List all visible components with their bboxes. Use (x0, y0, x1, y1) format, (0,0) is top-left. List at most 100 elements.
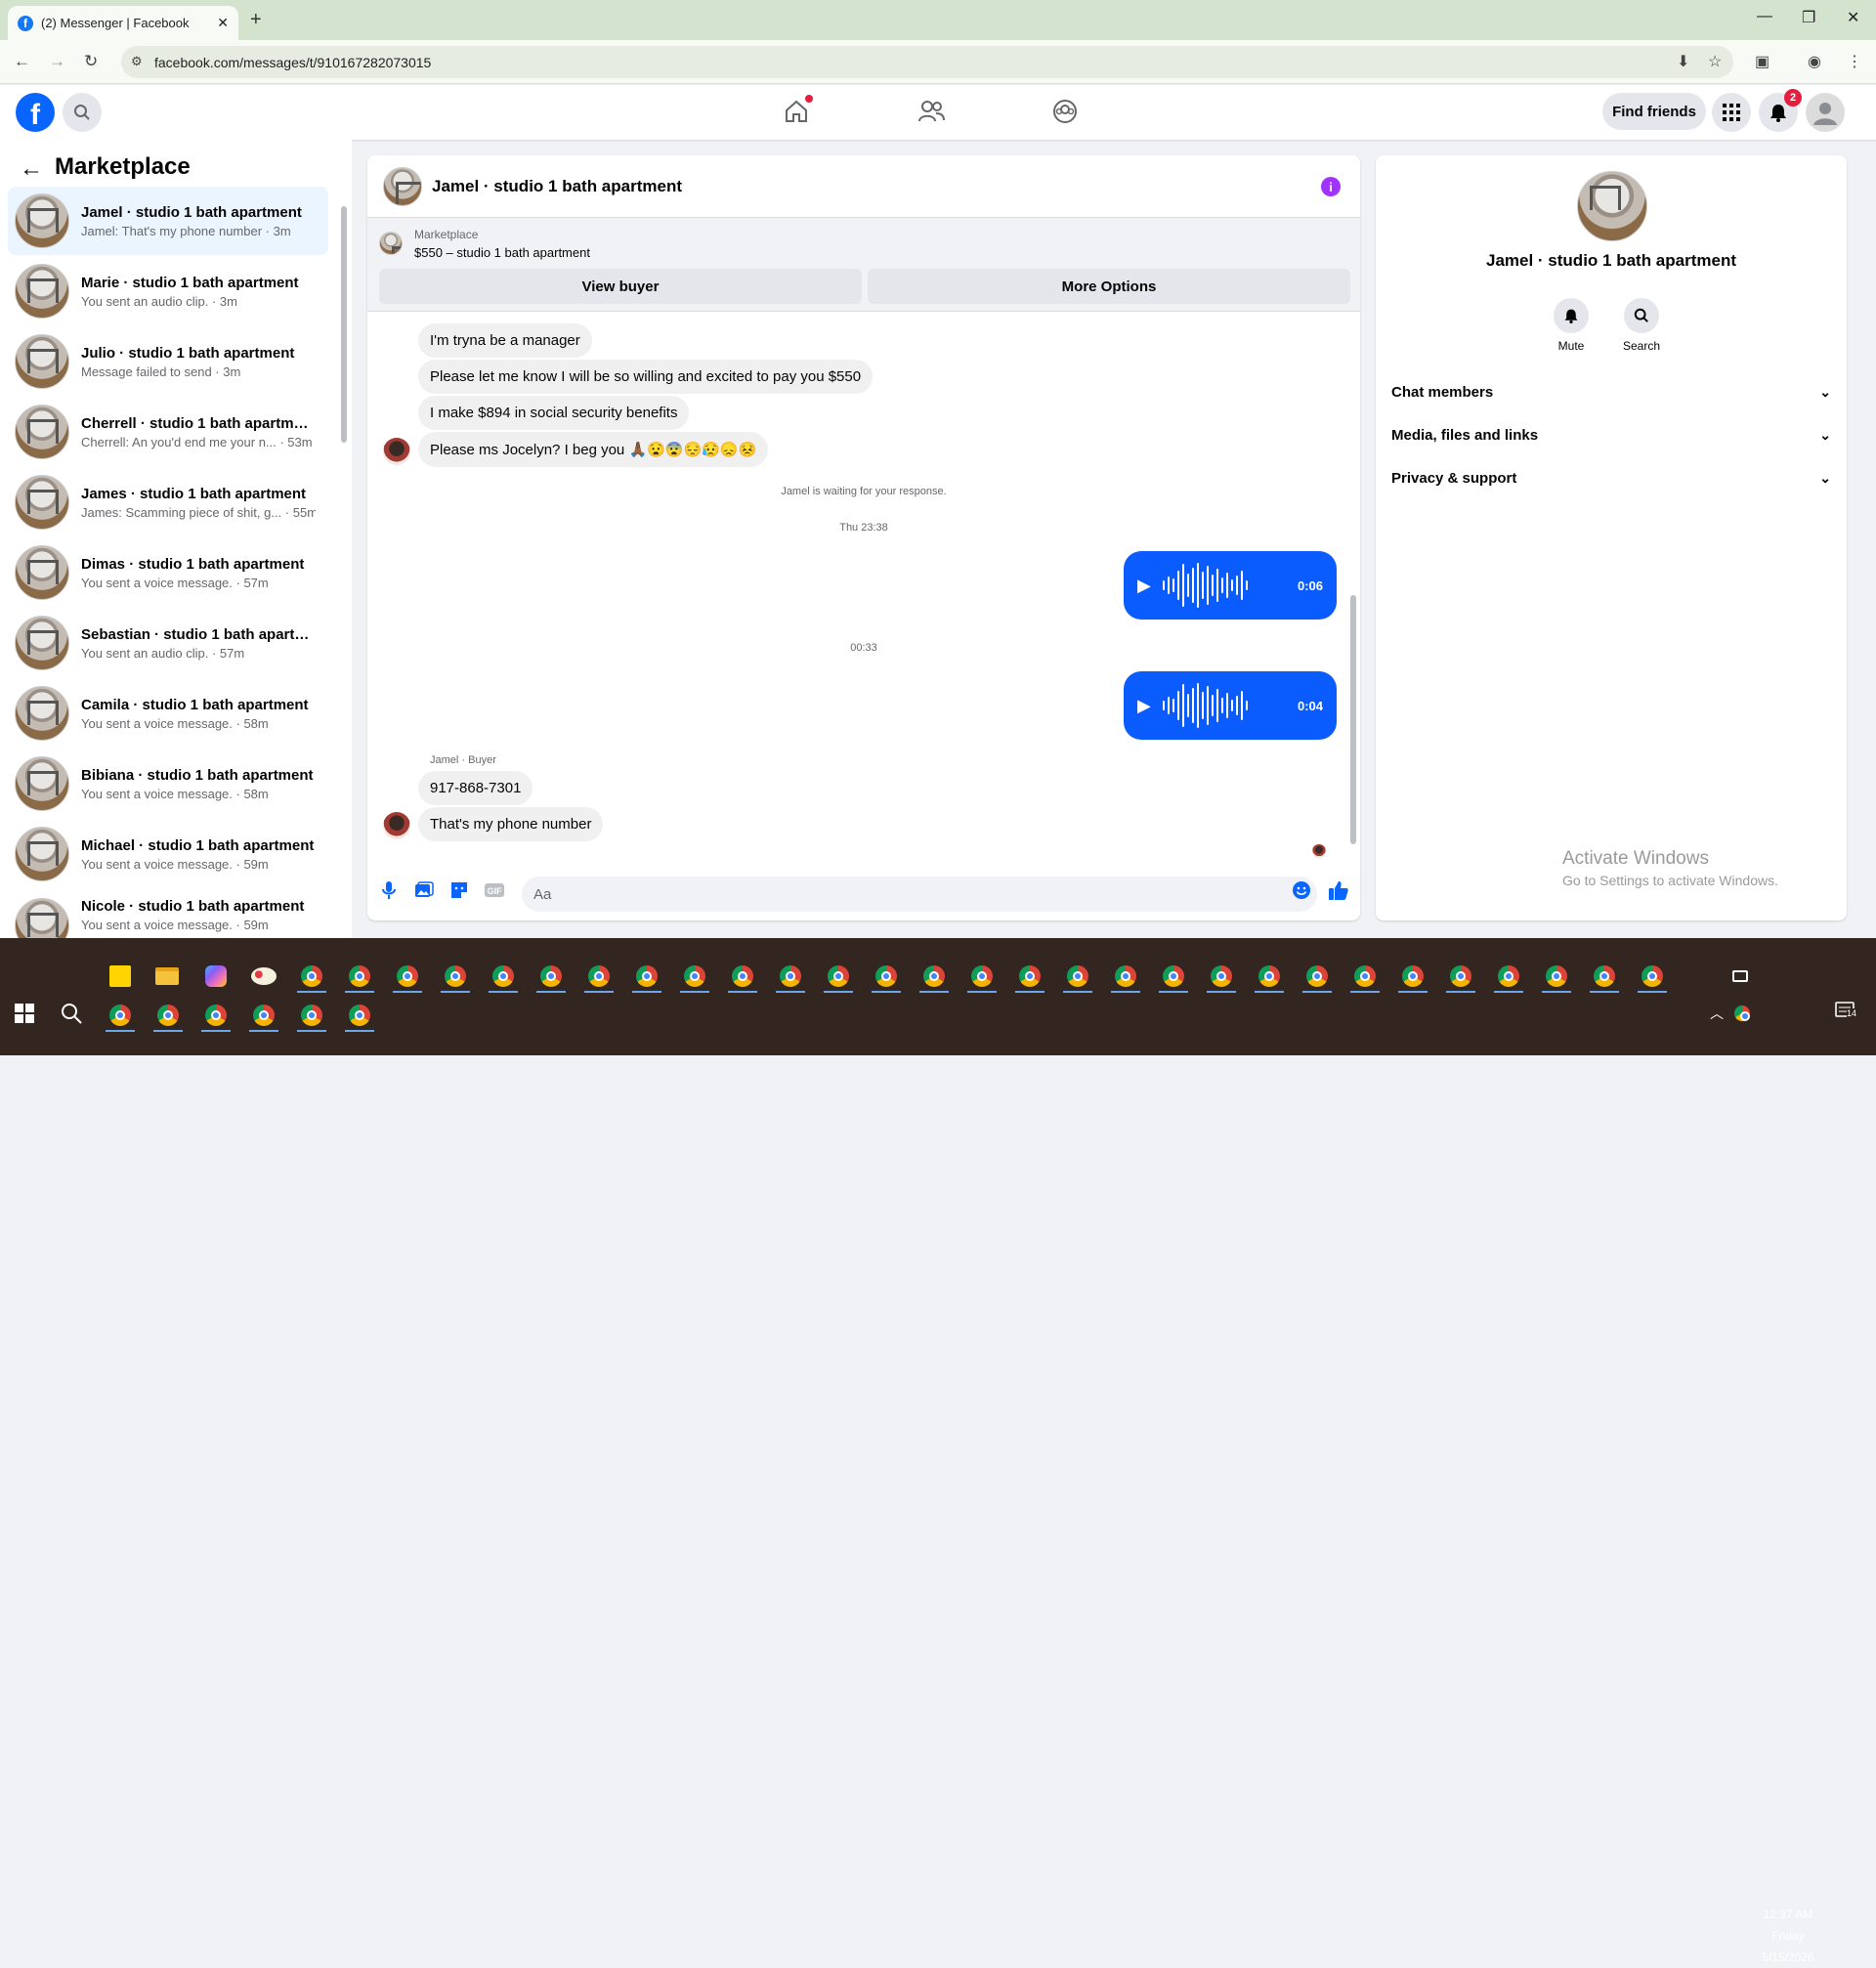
conversation-item[interactable]: Bibiana · studio 1 bath apartment You sen… (8, 749, 328, 818)
chrome-taskbar-icon[interactable] (774, 960, 807, 993)
chrome-taskbar-icon[interactable] (1396, 960, 1429, 993)
conversation-item[interactable]: James · studio 1 bath apartment James: Sc… (8, 468, 328, 536)
close-window-icon[interactable]: ✕ (1847, 8, 1859, 27)
conversation-item[interactable]: Michael · studio 1 bath apartment You sen… (8, 820, 328, 888)
reload-icon[interactable]: ↻ (84, 52, 98, 71)
back-icon[interactable]: ← (14, 52, 30, 71)
chrome-taskbar-icon[interactable] (965, 960, 999, 993)
chat-title[interactable]: Jamel · studio 1 bath apartment (432, 177, 682, 196)
chrome-taskbar-icon[interactable] (1109, 960, 1142, 993)
chrome-taskbar-icon[interactable] (1300, 960, 1334, 993)
menu-dots-icon[interactable]: ⋮ (1847, 52, 1862, 71)
message-bubble[interactable]: I make $894 in social security benefits (418, 396, 690, 430)
notifications-button[interactable]: 2 (1759, 89, 1802, 132)
new-tab-icon[interactable]: + (250, 9, 262, 31)
scrollbar-thumb[interactable] (1350, 595, 1356, 844)
chrome-taskbar-icon[interactable] (726, 960, 759, 993)
listing-large-thumbnail[interactable] (1577, 171, 1647, 241)
scrollbar-thumb[interactable] (341, 206, 347, 443)
sticky-notes-icon[interactable] (104, 960, 137, 993)
page-scrollbar[interactable] (1862, 85, 1876, 938)
chrome-tray-icon[interactable] (1726, 997, 1759, 1030)
conversation-item[interactable]: Nicole · studio 1 bath apartment You sent… (8, 890, 328, 938)
conversation-item[interactable]: Dimas · studio 1 bath apartment You sent … (8, 538, 328, 607)
chrome-taskbar-icon[interactable] (1540, 960, 1573, 993)
emoji-button[interactable] (1290, 878, 1313, 902)
chrome-taskbar-icon[interactable] (1013, 960, 1046, 993)
bookmark-star-icon[interactable]: ☆ (1708, 52, 1722, 71)
voice-message[interactable]: ▶ 0:06 (1124, 551, 1337, 620)
microphone-button[interactable] (377, 878, 401, 902)
chrome-taskbar-icon[interactable] (1253, 960, 1286, 993)
forward-icon[interactable]: → (49, 52, 65, 71)
copilot-icon[interactable] (199, 960, 233, 993)
facebook-logo-icon[interactable]: f (16, 93, 55, 132)
search-in-conversation-button[interactable]: Search (1612, 298, 1671, 353)
sticker-button[interactable] (448, 878, 471, 902)
chrome-taskbar-icon[interactable] (630, 960, 663, 993)
chrome-taskbar-icon[interactable] (582, 960, 616, 993)
notification-center-button[interactable]: 14 (1829, 995, 1862, 1028)
chrome-taskbar-icon[interactable] (1157, 960, 1190, 993)
chrome-taskbar-icon[interactable] (199, 999, 233, 1032)
play-icon[interactable]: ▶ (1137, 576, 1151, 596)
chrome-taskbar-icon[interactable] (151, 999, 185, 1032)
conversation-item[interactable]: Jamel · studio 1 bath apartment Jamel: Th… (8, 187, 328, 255)
like-button[interactable] (1327, 878, 1350, 902)
chrome-taskbar-icon[interactable] (1636, 960, 1669, 993)
paint-app-icon[interactable] (247, 960, 280, 993)
chrome-taskbar-icon[interactable] (343, 960, 376, 993)
chrome-taskbar-icon[interactable] (1205, 960, 1238, 993)
attach-photo-button[interactable] (412, 878, 436, 902)
chat-listing-thumbnail[interactable] (383, 166, 422, 206)
taskbar-clock[interactable]: 12:37 AM Friday 5/15/2026 (1749, 1904, 1827, 1968)
restore-icon[interactable]: ❐ (1802, 8, 1815, 27)
find-friends-button[interactable]: Find friends (1602, 93, 1706, 130)
gif-button[interactable]: GIF (483, 878, 506, 902)
install-app-icon[interactable]: ⬇ (1677, 52, 1689, 71)
chrome-taskbar-icon[interactable] (1061, 960, 1094, 993)
file-explorer-icon[interactable] (150, 960, 184, 993)
conversation-item[interactable]: Cherrell · studio 1 bath apartment Cherre… (8, 398, 328, 466)
info-icon[interactable]: i (1321, 177, 1341, 196)
site-info-icon[interactable]: ⚙ (131, 54, 143, 69)
chrome-taskbar-icon[interactable] (1588, 960, 1621, 993)
chrome-taskbar-icon[interactable] (917, 960, 951, 993)
listing-title[interactable]: $550 – studio 1 bath apartment (414, 245, 590, 260)
conversation-item[interactable]: Marie · studio 1 bath apartment You sent … (8, 257, 328, 325)
browser-tab[interactable]: f (2) Messenger | Facebook ✕ (8, 6, 238, 40)
profile-icon[interactable]: ◉ (1808, 52, 1821, 71)
media-files-links-section[interactable]: Media, files and links ⌄ (1391, 415, 1831, 454)
address-bar[interactable]: ⚙ facebook.com/messages/t/91016728207301… (121, 46, 1733, 78)
home-nav-button[interactable] (782, 95, 813, 126)
chrome-taskbar-icon[interactable] (534, 960, 568, 993)
view-buyer-button[interactable]: View buyer (379, 269, 862, 304)
chrome-taskbar-icon[interactable] (487, 960, 520, 993)
play-icon[interactable]: ▶ (1137, 696, 1151, 716)
tab-search-icon[interactable]: ▣ (1755, 52, 1769, 71)
message-bubble[interactable]: Please ms Jocelyn? I beg you 🙏🏾😧😨😔😥😞😣 (418, 432, 769, 467)
minimize-icon[interactable]: — (1757, 8, 1772, 25)
back-arrow-icon[interactable]: ← (20, 155, 43, 183)
account-button[interactable] (1806, 93, 1845, 132)
groups-nav-button[interactable] (1050, 97, 1080, 126)
conversation-item[interactable]: Sebastian · studio 1 bath apartm... You s… (8, 609, 328, 677)
message-bubble[interactable]: That's my phone number (418, 807, 604, 841)
conversation-item[interactable]: Camila · studio 1 bath apartment You sent… (8, 679, 328, 748)
mute-button[interactable]: Mute (1542, 298, 1600, 353)
chrome-taskbar-icon[interactable] (1444, 960, 1477, 993)
sender-avatar[interactable] (383, 438, 410, 465)
sender-avatar[interactable] (383, 812, 410, 839)
conversation-item[interactable]: Julio · studio 1 bath apartment Message f… (8, 327, 328, 396)
message-bubble[interactable]: Please let me know I will be so willing … (418, 360, 874, 394)
chrome-taskbar-icon[interactable] (247, 999, 280, 1032)
friends-nav-button[interactable] (917, 97, 946, 126)
message-bubble[interactable]: I'm tryna be a manager (418, 323, 592, 358)
search-button[interactable] (63, 93, 102, 132)
message-input[interactable]: Aa (522, 877, 1317, 912)
chrome-taskbar-icon[interactable] (870, 960, 903, 993)
message-bubble[interactable]: 917-868-7301 (418, 771, 533, 805)
chrome-taskbar-icon[interactable] (343, 999, 376, 1032)
chrome-taskbar-icon[interactable] (1492, 960, 1525, 993)
chrome-taskbar-icon[interactable] (1348, 960, 1382, 993)
